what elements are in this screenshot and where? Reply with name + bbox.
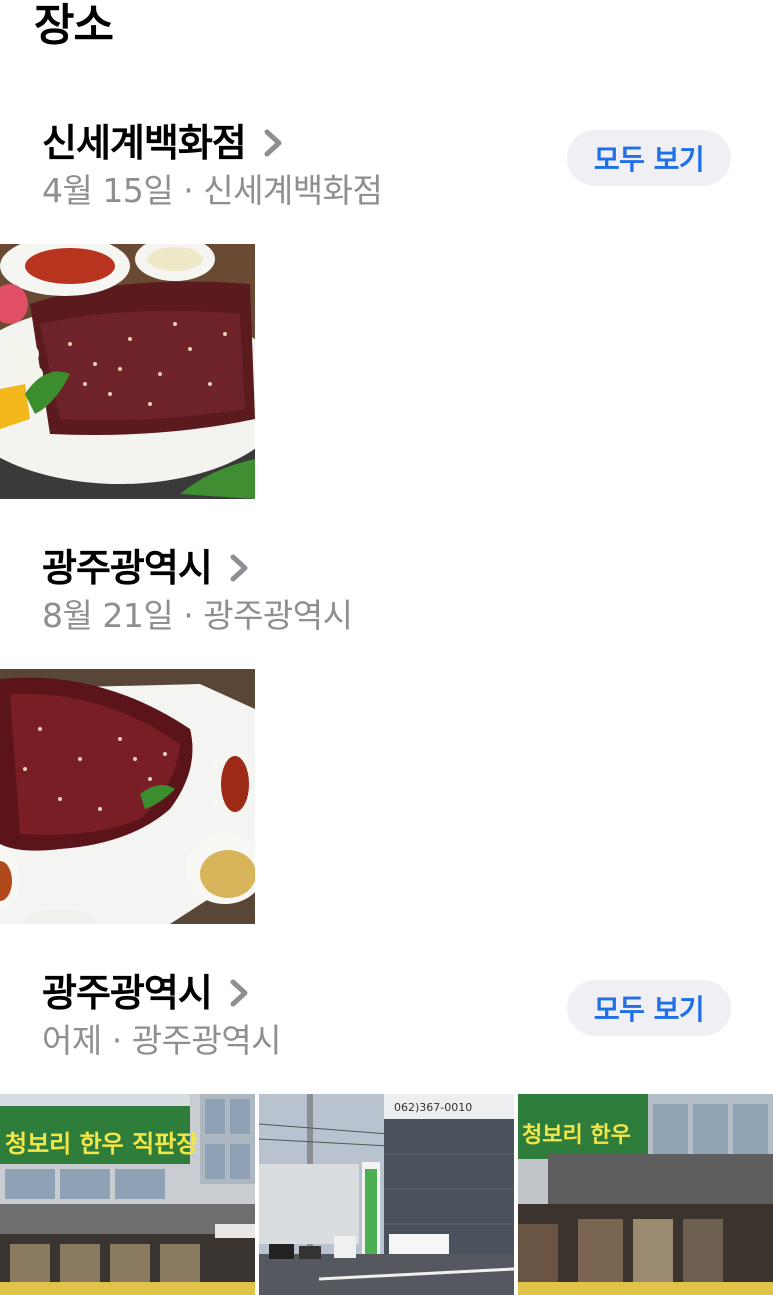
section-place: 광주광역시: [131, 1021, 282, 1060]
photo-thumbnail[interactable]: 청보리 한우: [518, 1094, 773, 1295]
section-header-link[interactable]: 광주광역시: [42, 970, 252, 1016]
chevron-right-icon: [230, 979, 248, 1007]
sign-text: 청보리 한우: [522, 1123, 631, 1148]
photo-thumbnail[interactable]: [0, 669, 255, 924]
section-title: 광주광역시: [42, 971, 213, 1015]
section-date: 어제: [42, 1021, 102, 1060]
see-all-button[interactable]: 모두 보기: [567, 130, 731, 186]
sign-phone-text: 062)367-0010: [394, 1101, 472, 1114]
separator-dot: ·: [183, 171, 194, 210]
photo-thumbnail[interactable]: [0, 244, 255, 499]
photo-thumbnail[interactable]: 062)367-0010: [259, 1094, 514, 1295]
see-all-button[interactable]: 모두 보기: [567, 980, 731, 1036]
section-title: 광주광역시: [42, 546, 213, 590]
photo-thumbnail[interactable]: 청보리 한우 직판장: [0, 1094, 255, 1295]
section-place: 신세계백화점: [203, 171, 383, 210]
page-title: 장소: [34, 0, 114, 51]
chevron-right-icon: [230, 554, 248, 582]
section-title: 신세계백화점: [42, 121, 247, 165]
section-header-link[interactable]: 광주광역시: [42, 545, 252, 591]
section-subtitle: 8월 21일 · 광주광역시: [42, 595, 353, 637]
section-header-link[interactable]: 신세계백화점: [42, 120, 286, 166]
section-subtitle: 어제 · 광주광역시: [42, 1020, 282, 1062]
separator-dot: ·: [111, 1021, 123, 1060]
sign-text: 청보리 한우 직판장: [5, 1130, 198, 1158]
section-subtitle: 4월 15일 · 신세계백화점: [42, 170, 383, 212]
section-place: 광주광역시: [203, 596, 353, 635]
section-date: 4월 15일: [42, 171, 174, 210]
separator-dot: ·: [183, 596, 194, 635]
section-date: 8월 21일: [42, 596, 174, 635]
chevron-right-icon: [264, 129, 282, 157]
